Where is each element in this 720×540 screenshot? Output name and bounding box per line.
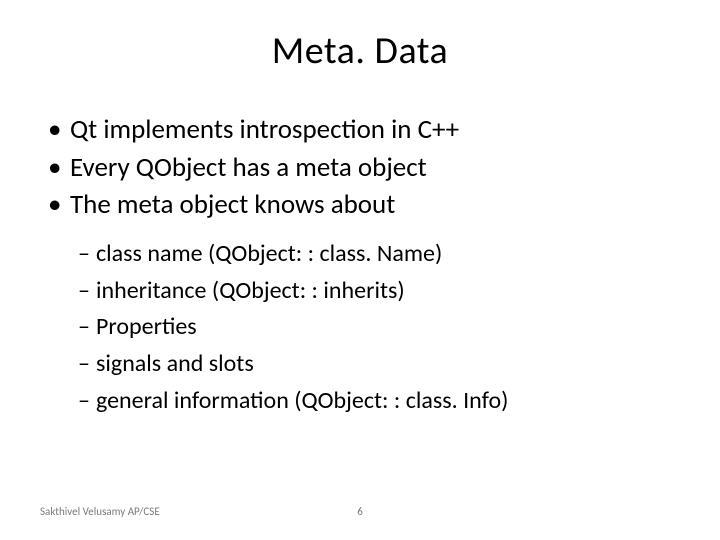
sub-bullet-item: signals and slots: [78, 347, 680, 382]
slide-footer: Sakthivel Velusamy AP/CSE 6: [0, 505, 720, 518]
bullet-list: Qt implements introspection in C++ Every…: [46, 112, 680, 223]
footer-author: Sakthivel Velusamy AP/CSE: [0, 505, 160, 518]
sub-bullet-item: general information (QObject: : class. I…: [78, 384, 680, 419]
bullet-item: Qt implements introspection in C++: [46, 112, 680, 148]
bullet-item: The meta object knows about: [46, 187, 680, 223]
footer-page-number: 6: [357, 505, 363, 518]
sub-bullet-item: Properties: [78, 310, 680, 345]
bullet-item: Every QObject has a meta object: [46, 150, 680, 186]
sub-bullet-list: class name (QObject: : class. Name) inhe…: [46, 237, 680, 419]
slide-content: Qt implements introspection in C++ Every…: [40, 112, 680, 419]
sub-bullet-item: inheritance (QObject: : inherits): [78, 274, 680, 309]
slide-title: Meta. Data: [40, 28, 680, 74]
sub-bullet-item: class name (QObject: : class. Name): [78, 237, 680, 272]
slide: Meta. Data Qt implements introspection i…: [0, 0, 720, 540]
